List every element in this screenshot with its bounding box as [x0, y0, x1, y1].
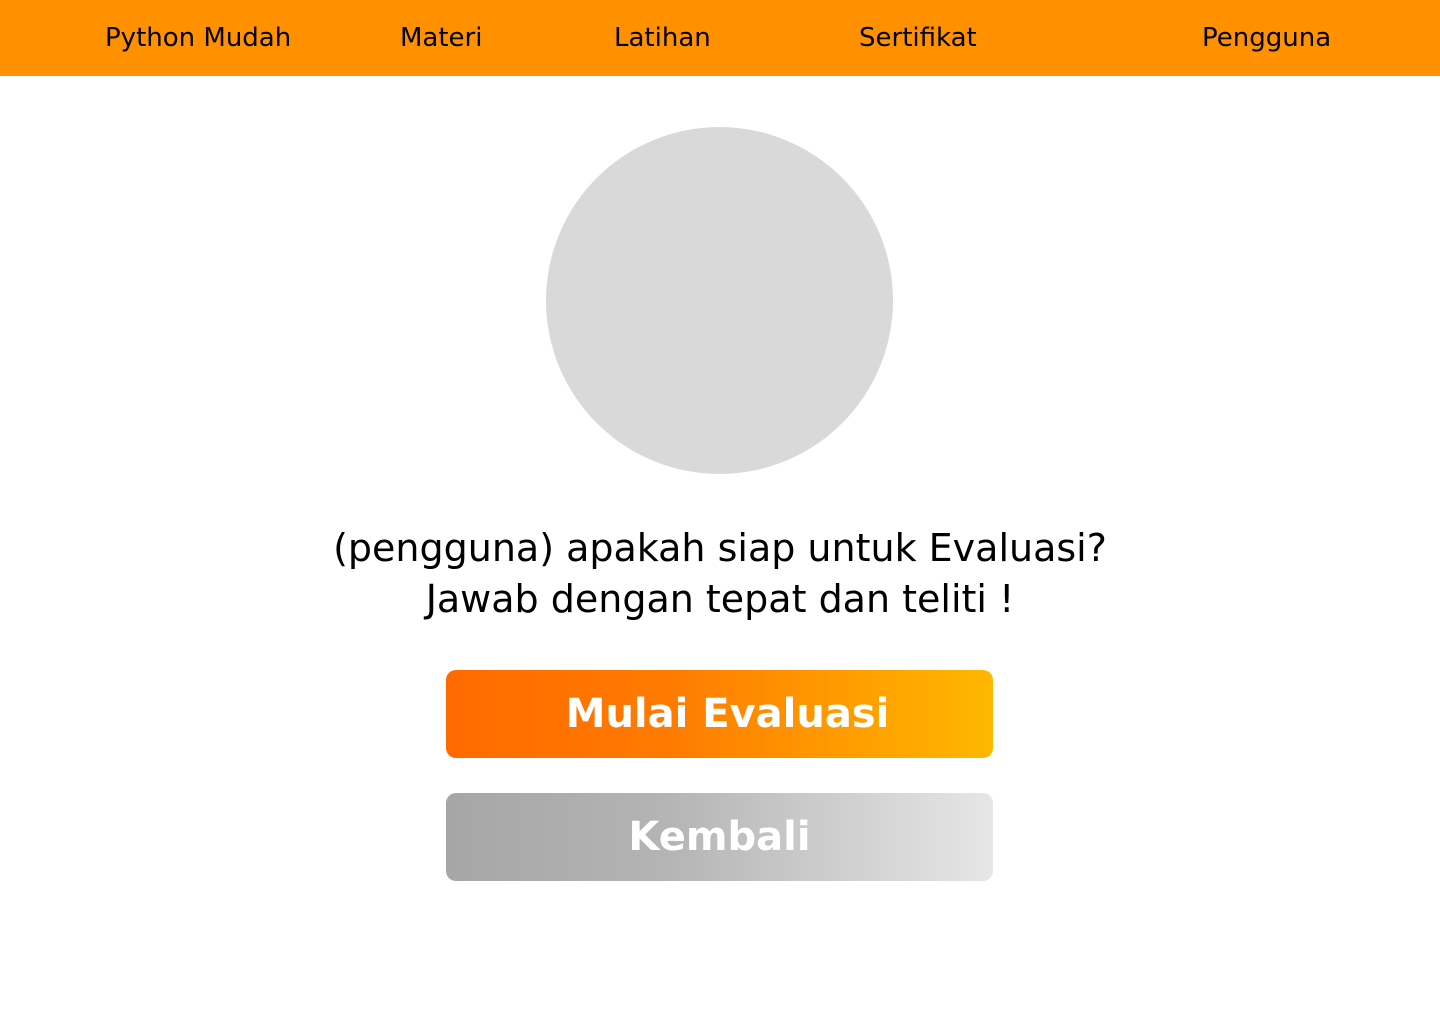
back-button-label: Kembali	[628, 814, 811, 860]
prompt-instruction: Jawab dengan tepat dan teliti !	[425, 577, 1015, 621]
avatar-placeholder-icon	[546, 127, 893, 474]
prompt-question: (pengguna) apakah siap untuk Evaluasi?	[333, 526, 1107, 570]
evaluation-prompt: (pengguna) apakah siap untuk Evaluasi? J…	[0, 523, 1440, 625]
top-navbar: Python Mudah Materi Latihan Sertifikat P…	[0, 0, 1440, 76]
start-evaluation-label: Mulai Evaluasi	[565, 691, 890, 737]
nav-item-sertifikat[interactable]: Sertifikat	[859, 0, 977, 76]
start-evaluation-button[interactable]: Mulai Evaluasi	[446, 670, 993, 758]
nav-item-latihan[interactable]: Latihan	[614, 0, 711, 76]
nav-item-pengguna[interactable]: Pengguna	[1202, 0, 1331, 76]
brand-link[interactable]: Python Mudah	[105, 0, 291, 76]
back-button[interactable]: Kembali	[446, 793, 993, 881]
nav-item-materi[interactable]: Materi	[400, 0, 482, 76]
